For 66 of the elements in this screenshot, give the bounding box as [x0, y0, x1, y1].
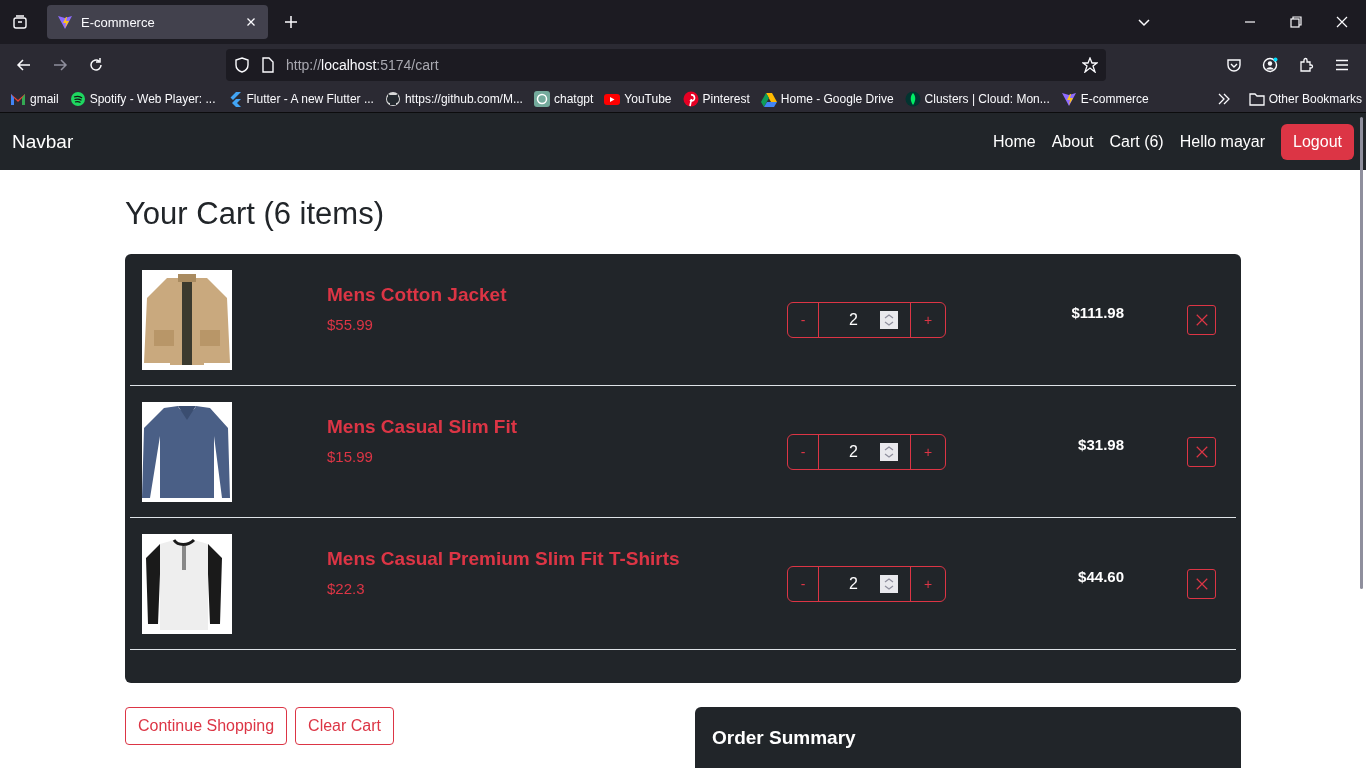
- new-tab-icon[interactable]: [283, 14, 299, 30]
- spinner-icon[interactable]: [880, 575, 898, 593]
- address-bar[interactable]: http://localhost:5174/cart: [226, 49, 1106, 81]
- close-icon: [1194, 445, 1209, 459]
- close-icon: [1194, 577, 1209, 591]
- nav-link[interactable]: Cart (6): [1109, 132, 1164, 151]
- bookmark[interactable]: YouTube: [604, 91, 672, 107]
- spinner-icon[interactable]: [880, 311, 898, 329]
- product-price: $22.3: [327, 580, 366, 597]
- tab-title: E-commerce: [81, 14, 156, 30]
- leaf-icon: [904, 91, 921, 107]
- remove-button[interactable]: [1187, 305, 1216, 335]
- bookmark[interactable]: gmail: [10, 91, 59, 107]
- folder-icon: [1248, 91, 1265, 107]
- nav-link[interactable]: Home: [992, 132, 1036, 151]
- line-total: $44.60: [1077, 568, 1124, 585]
- shield-icon: [234, 57, 250, 73]
- spinner-icon[interactable]: [880, 443, 898, 461]
- user-greeting: Hello mayar: [1179, 132, 1266, 151]
- url-text: http://localhost:5174/cart: [286, 57, 439, 73]
- scrollbar[interactable]: [1360, 117, 1363, 589]
- bookmark[interactable]: Spotify - Web Player: ...: [69, 91, 216, 107]
- bookmark[interactable]: E-commerce: [1060, 91, 1149, 107]
- bookmark[interactable]: Other Bookmarks: [1248, 91, 1362, 107]
- line-total: $111.98: [1070, 304, 1124, 321]
- menu-icon[interactable]: [1334, 57, 1350, 73]
- nav-link[interactable]: About: [1051, 132, 1094, 151]
- puzzle-icon[interactable]: [1298, 57, 1314, 73]
- bolt-icon: [57, 14, 73, 30]
- close-icon: [1194, 313, 1209, 327]
- continue-shopping-button[interactable]: Continue Shopping: [125, 707, 288, 745]
- reload-icon[interactable]: [88, 57, 104, 73]
- account-icon[interactable]: [1262, 57, 1278, 73]
- tab-list-icon[interactable]: [12, 14, 28, 30]
- product-price: $55.99: [327, 316, 374, 333]
- quantity-stepper[interactable]: - 2 +: [787, 302, 946, 338]
- play-icon: [604, 91, 621, 107]
- browser-tab[interactable]: E-commerce: [47, 5, 268, 39]
- bookmark[interactable]: Pinterest: [682, 91, 750, 107]
- cart-title: Your Cart (6 items): [125, 196, 385, 232]
- page-icon: [260, 57, 276, 73]
- pocket-icon[interactable]: [1226, 57, 1242, 73]
- bookmark[interactable]: chatgpt: [533, 91, 594, 107]
- logout-button[interactable]: Logout: [1281, 123, 1354, 160]
- envelope-icon: [10, 91, 26, 107]
- brand-link[interactable]: Navbar: [12, 130, 74, 153]
- bookmark[interactable]: Flutter - A new Flutter ...: [226, 91, 374, 107]
- forward-icon[interactable]: [52, 57, 68, 73]
- back-icon[interactable]: [16, 57, 32, 73]
- star-icon[interactable]: [1082, 57, 1098, 73]
- line-total: $31.98: [1077, 436, 1124, 453]
- quantity-stepper[interactable]: - 2 +: [787, 434, 946, 470]
- remove-button[interactable]: [1187, 437, 1216, 467]
- bookmark[interactable]: https://github.com/M...: [384, 91, 523, 107]
- restore-icon[interactable]: [1288, 14, 1304, 30]
- bolt-icon: [1060, 91, 1077, 107]
- quantity-stepper[interactable]: - 2 +: [787, 566, 946, 602]
- product-price: $15.99: [327, 448, 374, 465]
- triangle-icon: [760, 91, 777, 107]
- bookmark[interactable]: Home - Google Drive: [760, 91, 894, 107]
- clear-cart-button[interactable]: Clear Cart: [295, 707, 394, 745]
- close-icon[interactable]: [1334, 14, 1350, 30]
- summary-title: Order Summary: [712, 727, 856, 748]
- bookmark[interactable]: Clusters | Cloud: Mon...: [904, 91, 1050, 107]
- waves-icon: [69, 91, 86, 107]
- remove-button[interactable]: [1187, 569, 1216, 599]
